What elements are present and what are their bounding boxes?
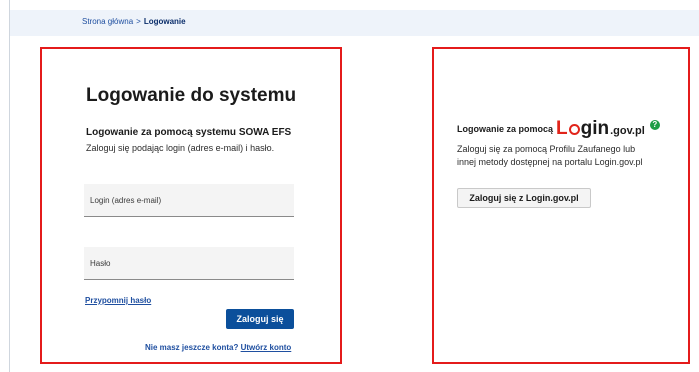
login-gov-description: Zaloguj się za pomocą Profilu Zaufanego …: [457, 143, 642, 169]
breadcrumb-home-link[interactable]: Strona główna: [82, 17, 133, 26]
logo-ring-icon: [568, 124, 580, 135]
login-gov-description-line1: Zaloguj się za pomocą Profilu Zaufanego …: [457, 144, 636, 154]
password-input[interactable]: [84, 247, 294, 279]
breadcrumb: Strona główna > Logowanie: [82, 17, 186, 26]
login-gov-description-line2: innej metody dostępnej na portalu Login.…: [457, 157, 643, 167]
login-gov-logo: Lgin .gov.pl: [556, 119, 645, 138]
sowa-login-description: Zaloguj się podając login (adres e-mail)…: [86, 143, 275, 153]
register-line: Nie masz jeszcze konta? Utwórz konto: [145, 343, 291, 352]
page-border: [9, 0, 10, 372]
login-input[interactable]: [84, 184, 294, 216]
login-gov-heading-text: Logowanie za pomocą: [457, 123, 554, 134]
page-title: Logowanie do systemu: [86, 85, 297, 106]
logo-domain: .gov.pl: [610, 125, 645, 137]
login-field: [84, 184, 294, 217]
create-account-link[interactable]: Utwórz konto: [241, 343, 292, 352]
breadcrumb-current: Logowanie: [143, 17, 186, 26]
register-prompt: Nie masz jeszcze konta?: [145, 343, 239, 352]
password-field: [84, 247, 294, 280]
breadcrumb-separator: >: [136, 17, 141, 26]
question-circle-icon[interactable]: ?: [649, 119, 660, 130]
logo-letter-l: L: [556, 118, 568, 139]
remind-password-link[interactable]: Przypomnij hasło: [85, 296, 151, 305]
login-gov-heading: Logowanie za pomocą Lgin .gov.pl ?: [457, 119, 660, 138]
sowa-login-subtitle: Logowanie za pomocą systemu SOWA EFS: [86, 127, 292, 138]
login-button[interactable]: Zaloguj się: [226, 309, 294, 329]
logo-text: gin: [580, 118, 610, 139]
login-gov-button[interactable]: Zaloguj się z Login.gov.pl: [457, 188, 591, 208]
